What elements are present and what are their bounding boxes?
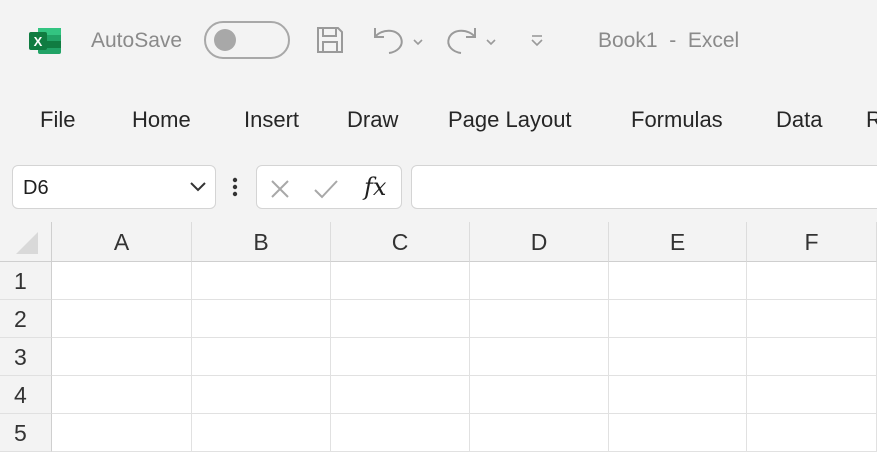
cell-a5[interactable] xyxy=(52,414,192,452)
ribbon-tabs: File Home Insert Draw Page Layout Formul… xyxy=(0,95,877,145)
row-header-5[interactable]: 5 xyxy=(0,414,52,452)
autosave-label: AutoSave xyxy=(91,29,183,52)
cell-d5[interactable] xyxy=(470,414,609,452)
cancel-icon[interactable] xyxy=(269,178,291,200)
cell-d4[interactable] xyxy=(470,376,609,414)
cell-b3[interactable] xyxy=(192,338,331,376)
tab-review-partial[interactable]: R xyxy=(866,107,877,133)
title-bar: X AutoSave Book1 - Excel xyxy=(0,0,877,82)
save-icon[interactable] xyxy=(315,25,345,55)
cell-c1[interactable] xyxy=(331,262,470,300)
undo-icon[interactable] xyxy=(367,24,427,56)
enter-check-icon[interactable] xyxy=(313,178,339,200)
column-header-f[interactable]: F xyxy=(747,222,877,262)
customize-icon[interactable] xyxy=(529,32,545,48)
svg-text:X: X xyxy=(34,34,43,49)
cell-e4[interactable] xyxy=(609,376,747,414)
tab-file[interactable]: File xyxy=(40,107,75,133)
cell-b4[interactable] xyxy=(192,376,331,414)
autosave-toggle[interactable] xyxy=(204,21,290,59)
excel-logo-icon[interactable]: X xyxy=(28,27,62,55)
row-header-3[interactable]: 3 xyxy=(0,338,52,376)
name-box-value: D6 xyxy=(23,177,49,199)
insert-function-button[interactable]: fx xyxy=(364,173,386,201)
select-all-triangle-icon xyxy=(16,232,38,254)
column-header-a[interactable]: A xyxy=(52,222,192,262)
cell-e1[interactable] xyxy=(609,262,747,300)
document-title: Book1 - Excel xyxy=(598,29,740,52)
cell-f4[interactable] xyxy=(747,376,877,414)
tab-data[interactable]: Data xyxy=(776,107,822,133)
row-header-1[interactable]: 1 xyxy=(0,262,52,300)
row-header-4[interactable]: 4 xyxy=(0,376,52,414)
chevron-down-icon[interactable] xyxy=(189,180,207,194)
cell-f2[interactable] xyxy=(747,300,877,338)
column-header-e[interactable]: E xyxy=(609,222,747,262)
cell-a4[interactable] xyxy=(52,376,192,414)
redo-icon[interactable] xyxy=(445,24,505,56)
row-header-2[interactable]: 2 xyxy=(0,300,52,338)
name-box[interactable]: D6 xyxy=(12,165,216,209)
cell-d1[interactable] xyxy=(470,262,609,300)
cell-f3[interactable] xyxy=(747,338,877,376)
tab-insert[interactable]: Insert xyxy=(244,107,299,133)
cell-b1[interactable] xyxy=(192,262,331,300)
more-options-icon[interactable] xyxy=(231,176,239,198)
column-header-b[interactable]: B xyxy=(192,222,331,262)
tab-draw[interactable]: Draw xyxy=(347,107,398,133)
cell-c3[interactable] xyxy=(331,338,470,376)
cell-a1[interactable] xyxy=(52,262,192,300)
cell-d3[interactable] xyxy=(470,338,609,376)
cell-e2[interactable] xyxy=(609,300,747,338)
formula-input[interactable] xyxy=(411,165,877,209)
cell-b5[interactable] xyxy=(192,414,331,452)
cell-c5[interactable] xyxy=(331,414,470,452)
cell-e5[interactable] xyxy=(609,414,747,452)
formula-buttons: fx xyxy=(256,165,402,209)
worksheet-grid: A B C D E F 1 2 3 4 5 xyxy=(0,222,877,452)
tab-formulas[interactable]: Formulas xyxy=(631,107,723,133)
cell-a2[interactable] xyxy=(52,300,192,338)
cell-c4[interactable] xyxy=(331,376,470,414)
cell-d2[interactable] xyxy=(470,300,609,338)
toggle-knob xyxy=(214,29,236,51)
cell-f5[interactable] xyxy=(747,414,877,452)
cell-f1[interactable] xyxy=(747,262,877,300)
column-header-c[interactable]: C xyxy=(331,222,470,262)
cell-a3[interactable] xyxy=(52,338,192,376)
tab-page-layout[interactable]: Page Layout xyxy=(448,107,572,133)
tab-home[interactable]: Home xyxy=(132,107,191,133)
select-all-corner[interactable] xyxy=(0,222,52,262)
column-header-d[interactable]: D xyxy=(470,222,609,262)
cell-b2[interactable] xyxy=(192,300,331,338)
cell-e3[interactable] xyxy=(609,338,747,376)
cell-c2[interactable] xyxy=(331,300,470,338)
